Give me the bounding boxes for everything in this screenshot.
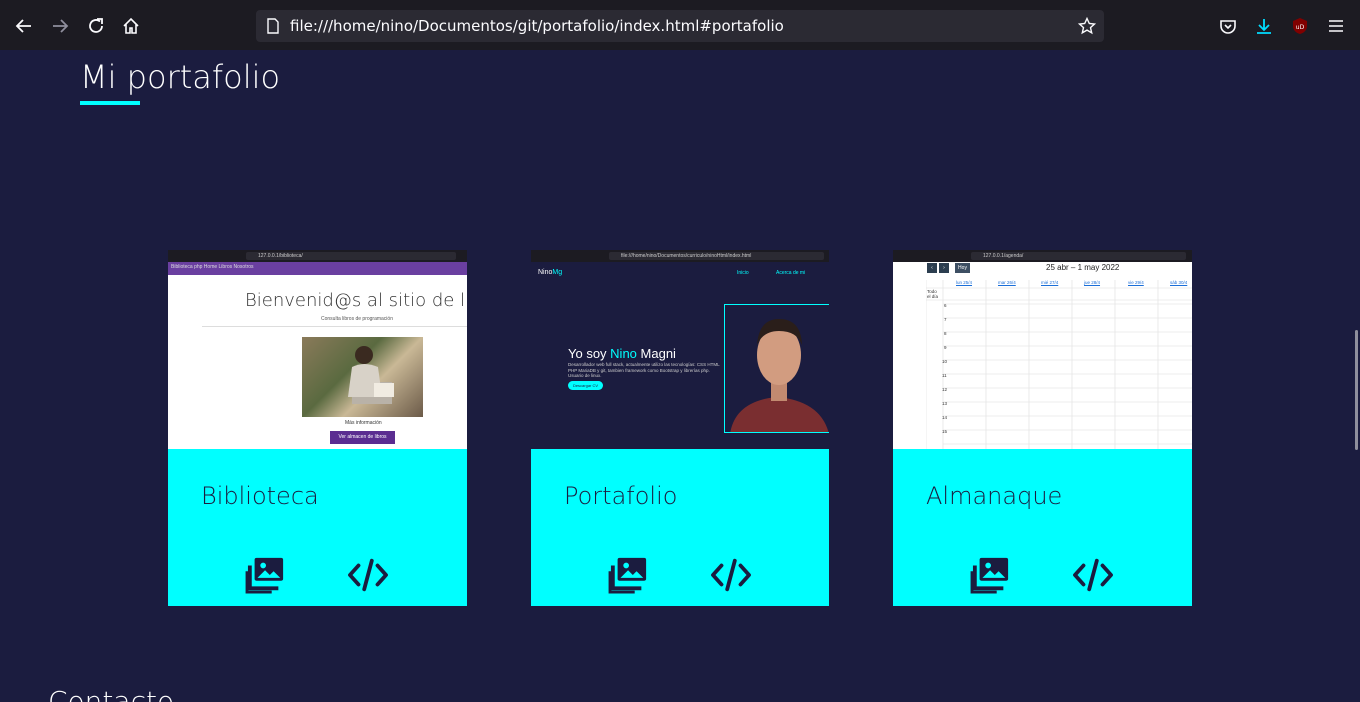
- home-icon[interactable]: [115, 10, 147, 42]
- calendar-hour: 10: [942, 359, 948, 364]
- mini-browser-bar: file:///home/nino/Documentos/curriculo/n…: [531, 250, 829, 262]
- back-icon[interactable]: [8, 10, 40, 42]
- ublock-icon[interactable]: uD: [1284, 10, 1316, 42]
- calendar-range: 25 abr – 1 may 2022: [1046, 263, 1120, 272]
- project-screenshot[interactable]: 127.0.0.1/agenda/ ‹ › Hoy 25 abr – 1 may…: [893, 250, 1192, 449]
- browser-toolbar: file:///home/nino/Documentos/git/portafo…: [0, 0, 1360, 50]
- project-name: Almanaque: [926, 482, 1063, 510]
- divider: [202, 326, 467, 327]
- card-actions: [893, 555, 1192, 595]
- calendar-hour: 11: [942, 373, 947, 378]
- bookmark-star-icon[interactable]: [1078, 17, 1096, 35]
- page-scrollbar[interactable]: [1355, 330, 1358, 450]
- project-card-almanaque: 127.0.0.1/agenda/ ‹ › Hoy 25 abr – 1 may…: [893, 250, 1192, 606]
- hero-highlight: Nino: [610, 346, 637, 361]
- reload-icon[interactable]: [80, 10, 112, 42]
- calendar-hour: 6: [944, 303, 947, 308]
- code-icon[interactable]: [1071, 555, 1115, 595]
- hero-text-end: Magni: [636, 346, 676, 361]
- next-section-title: Contacto: [48, 686, 174, 702]
- logo-text: Nino: [538, 269, 553, 276]
- mini-button: Ver almacen de libros: [330, 431, 395, 444]
- mini-cv-button: Descargar CV: [568, 381, 603, 390]
- calendar-hour: 7: [944, 317, 947, 322]
- calendar-day-header: mié 27/4: [1041, 280, 1059, 285]
- pocket-icon[interactable]: [1212, 10, 1244, 42]
- project-name: Biblioteca: [201, 482, 319, 510]
- svg-text:uD: uD: [1296, 24, 1305, 31]
- hero-text: Yo soy: [568, 346, 611, 361]
- download-icon[interactable]: [1248, 10, 1280, 42]
- url-text[interactable]: file:///home/nino/Documentos/git/portafo…: [290, 17, 784, 35]
- mini-hero-description: Desarrollador web full stack, actualment…: [568, 362, 720, 378]
- mini-nav-acerca: Acerca de mi: [776, 270, 806, 276]
- mini-url: 127.0.0.1/agenda/: [971, 252, 1186, 260]
- project-card-portafolio: file:///home/nino/Documentos/curriculo/n…: [531, 250, 829, 606]
- calendar-day-header: jue 28/4: [1084, 280, 1101, 285]
- code-icon[interactable]: [346, 555, 390, 595]
- project-screenshot[interactable]: file:///home/nino/Documentos/curriculo/n…: [531, 250, 829, 449]
- card-actions: [531, 555, 829, 595]
- calendar-hour: 9: [944, 345, 947, 350]
- code-icon[interactable]: [709, 555, 753, 595]
- project-card-biblioteca: 127.0.0.1/biblioteca/ Biblioteca php Hom…: [168, 250, 467, 606]
- chevron-left-icon: ‹: [927, 263, 937, 273]
- page-icon: [267, 18, 279, 34]
- reading-photo: [302, 337, 423, 417]
- mini-nav: Biblioteca php Home Libros Nosotros: [168, 262, 467, 275]
- section-title: Mi portafolio: [80, 58, 281, 96]
- mini-logo: NinoMg: [538, 269, 562, 276]
- mini-url: 127.0.0.1/biblioteca/: [246, 252, 456, 260]
- gallery-icon[interactable]: [969, 555, 1013, 595]
- mini-browser-bar: 127.0.0.1/agenda/: [893, 250, 1192, 262]
- today-button: Hoy: [955, 263, 970, 273]
- calendar-header: [893, 262, 1192, 276]
- calendar-day-header: vie 29/4: [1128, 280, 1144, 285]
- url-bar[interactable]: file:///home/nino/Documentos/git/portafo…: [256, 10, 1104, 42]
- card-actions: [168, 555, 467, 595]
- calendar-day-header: mar 26/4: [998, 280, 1016, 285]
- forward-icon[interactable]: [44, 10, 76, 42]
- mini-subtitle: Consulta libros de programación: [321, 316, 393, 322]
- mini-title: Bienvenid@s al sitio de libros: [245, 290, 467, 311]
- mini-hero-title: Yo soy Nino Magni: [568, 346, 676, 361]
- mini-browser-bar: 127.0.0.1/biblioteca/: [168, 250, 467, 262]
- calendar-day-header: sáb 30/4: [1170, 280, 1188, 285]
- calendar-hour: 15: [942, 429, 948, 434]
- calendar-hour: 13: [942, 401, 948, 406]
- menu-icon[interactable]: [1320, 10, 1352, 42]
- mini-more-info: Más información: [345, 420, 382, 426]
- calendar-hour: 14: [942, 415, 948, 420]
- mini-url: file:///home/nino/Documentos/curriculo/n…: [609, 252, 824, 260]
- logo-accent: Mg: [552, 269, 563, 276]
- section-underline: [80, 101, 140, 105]
- calendar-grid: lun 25/4 mar 26/4 mié 27/4 jue 28/4 vie …: [926, 280, 1192, 449]
- profile-photo: [724, 304, 829, 433]
- calendar-hour: 12: [942, 387, 948, 392]
- calendar-hour: 8: [944, 331, 947, 336]
- calendar-day-header: lun 25/4: [956, 280, 973, 285]
- calendar-allday-label: Todo el día: [927, 289, 939, 299]
- project-name: Portafolio: [564, 482, 678, 510]
- gallery-icon[interactable]: [607, 555, 651, 595]
- chevron-right-icon: ›: [939, 263, 949, 273]
- gallery-icon[interactable]: [244, 555, 288, 595]
- project-screenshot[interactable]: 127.0.0.1/biblioteca/ Biblioteca php Hom…: [168, 250, 467, 449]
- mini-nav-inicio: Inicio: [737, 270, 749, 276]
